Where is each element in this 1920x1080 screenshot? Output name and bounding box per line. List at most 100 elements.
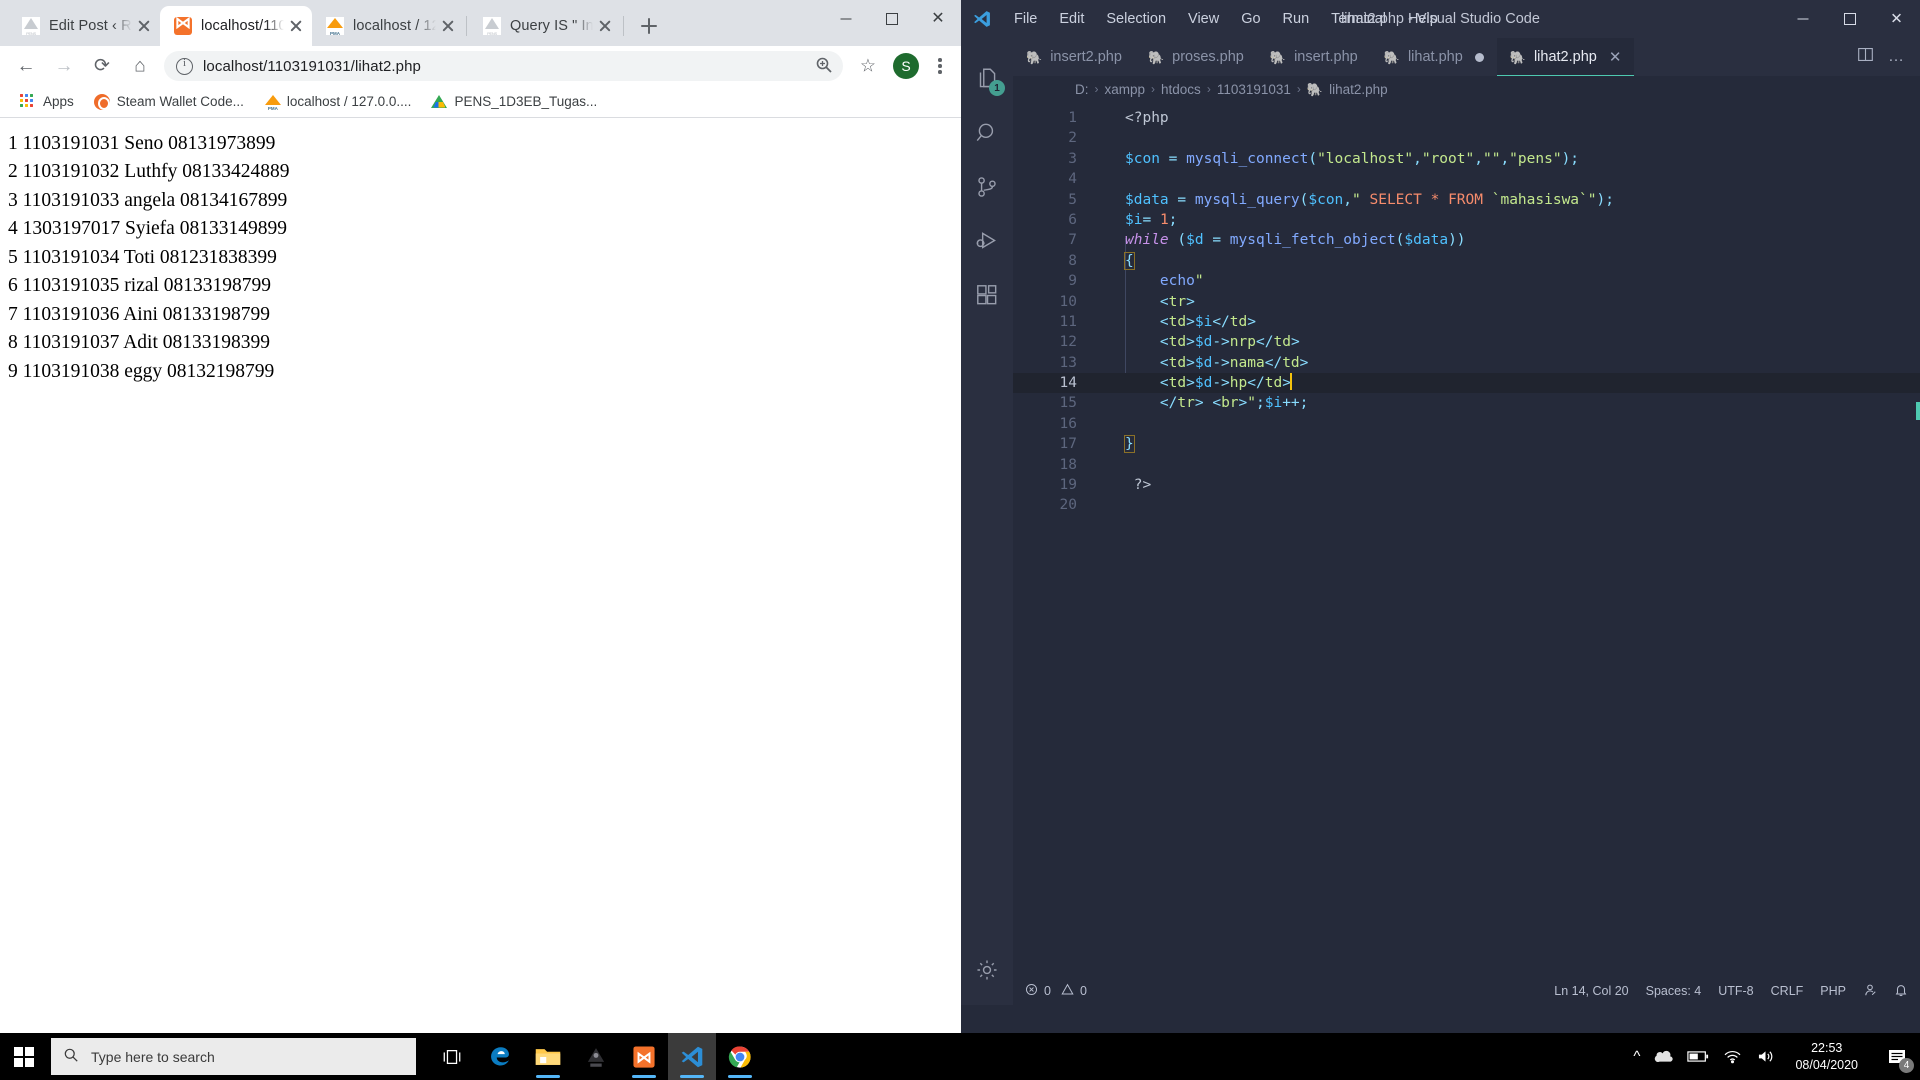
menu-file[interactable]: File: [1003, 8, 1048, 30]
code-line[interactable]: 16: [1013, 414, 1920, 434]
editor-tab-insert2[interactable]: 🐘 insert2.php: [1013, 38, 1135, 76]
address-bar[interactable]: localhost/1103191031/lihat2.php: [164, 51, 843, 81]
taskbar-item-dark-app[interactable]: [572, 1033, 620, 1080]
minimize-button[interactable]: [823, 0, 869, 38]
encoding-setting[interactable]: UTF-8: [1718, 984, 1753, 998]
bookmark-localhost-phpmyadmin[interactable]: localhost / 127.0.0....: [256, 91, 420, 113]
indentation-setting[interactable]: Spaces: 4: [1646, 984, 1702, 998]
code-line[interactable]: 9 echo": [1013, 271, 1920, 291]
code-line-current[interactable]: 14 <td>$d->hp</td>: [1013, 373, 1920, 394]
editor-tab-lihat[interactable]: 🐘 lihat.php: [1371, 38, 1497, 76]
close-tab-icon[interactable]: [134, 16, 154, 36]
taskbar-item-file-explorer[interactable]: [524, 1033, 572, 1080]
volume-icon[interactable]: [1756, 1049, 1775, 1064]
code-line[interactable]: 19 ?>: [1013, 475, 1920, 495]
forward-button[interactable]: →: [46, 48, 82, 84]
back-button[interactable]: ←: [8, 48, 44, 84]
browser-menu-icon[interactable]: [927, 49, 953, 83]
code-line[interactable]: 18: [1013, 455, 1920, 475]
sidebar-item-search[interactable]: [961, 106, 1013, 160]
code-line[interactable]: 20: [1013, 495, 1920, 515]
browser-tab-1[interactable]: Edit Post ‹ Re: [8, 6, 160, 46]
bookmark-star-icon[interactable]: ☆: [851, 49, 885, 83]
taskbar-item-visual-studio-code[interactable]: [668, 1033, 716, 1080]
bookmark-steam-wallet[interactable]: Steam Wallet Code...: [86, 91, 252, 113]
menu-go[interactable]: Go: [1230, 8, 1271, 30]
code-line[interactable]: 11 <td>$i</td>: [1013, 312, 1920, 332]
menu-terminal[interactable]: Terminal: [1320, 8, 1397, 30]
editor-tab-insert[interactable]: 🐘 insert.php: [1257, 38, 1371, 76]
onedrive-icon[interactable]: [1654, 1049, 1674, 1064]
error-icon[interactable]: [1025, 983, 1038, 999]
wifi-icon[interactable]: [1723, 1049, 1742, 1064]
maximize-button[interactable]: [1826, 0, 1873, 38]
taskbar-item-google-chrome[interactable]: [716, 1033, 764, 1080]
code-editor[interactable]: 1 <?php 2 3 $con = mysqli_connect("local…: [1013, 102, 1920, 977]
new-tab-button[interactable]: [632, 9, 666, 43]
bell-icon[interactable]: [1894, 983, 1908, 1000]
zoom-icon[interactable]: [815, 56, 833, 79]
start-button[interactable]: [0, 1033, 48, 1080]
minimize-button[interactable]: [1779, 0, 1826, 38]
action-center-button[interactable]: 4: [1878, 1033, 1916, 1080]
close-tab-icon[interactable]: ✕: [1609, 48, 1622, 66]
close-button[interactable]: ✕: [915, 0, 961, 38]
code-line[interactable]: 15 </tr> <br>";$i++;: [1013, 393, 1920, 413]
warning-icon[interactable]: [1061, 983, 1074, 999]
browser-tab-2[interactable]: localhost/110: [160, 6, 312, 46]
breadcrumb-item-xampp[interactable]: xampp: [1105, 82, 1146, 97]
bookmark-apps[interactable]: Apps: [12, 91, 82, 113]
maximize-button[interactable]: [869, 0, 915, 38]
cursor-position[interactable]: Ln 14, Col 20: [1554, 984, 1628, 998]
code-line[interactable]: 8 {: [1013, 251, 1920, 271]
close-tab-icon[interactable]: [595, 16, 615, 36]
breadcrumb-item-htdocs[interactable]: htdocs: [1161, 82, 1201, 97]
taskbar-item-microsoft-edge[interactable]: [476, 1033, 524, 1080]
code-line[interactable]: 12 <td>$d->nrp</td>: [1013, 332, 1920, 352]
battery-icon[interactable]: [1687, 1050, 1709, 1063]
menu-run[interactable]: Run: [1272, 8, 1321, 30]
feedback-icon[interactable]: [1863, 983, 1877, 1000]
sidebar-item-run-and-debug[interactable]: [961, 214, 1013, 268]
taskbar-item-xampp[interactable]: ⋈: [620, 1033, 668, 1080]
manage-settings-gear-icon[interactable]: [961, 943, 1013, 997]
site-info-icon[interactable]: [176, 57, 193, 75]
browser-tab-3[interactable]: localhost / 12: [312, 6, 464, 46]
code-line[interactable]: 1 <?php: [1013, 108, 1920, 128]
editor-tab-proses[interactable]: 🐘 proses.php: [1135, 38, 1257, 76]
code-line[interactable]: 3 $con = mysqli_connect("localhost","roo…: [1013, 149, 1920, 169]
code-line[interactable]: 13 <td>$d->nama</td>: [1013, 353, 1920, 373]
taskbar-clock[interactable]: 22:53 08/04/2020: [1789, 1040, 1864, 1074]
eol-setting[interactable]: CRLF: [1771, 984, 1804, 998]
task-view-button[interactable]: [428, 1033, 476, 1080]
code-line[interactable]: 6 $i= 1;: [1013, 210, 1920, 230]
menu-edit[interactable]: Edit: [1048, 8, 1095, 30]
breadcrumb-item-folder[interactable]: 1103191031: [1217, 82, 1291, 97]
home-button[interactable]: ⌂: [122, 48, 158, 84]
code-line[interactable]: 10 <tr>: [1013, 292, 1920, 312]
menu-help[interactable]: Help: [1397, 8, 1449, 30]
code-line[interactable]: 5 $data = mysqli_query($con," SELECT * F…: [1013, 190, 1920, 210]
language-mode[interactable]: PHP: [1820, 984, 1846, 998]
taskbar-search-box[interactable]: Type here to search: [51, 1038, 416, 1075]
close-tab-icon[interactable]: [286, 16, 306, 36]
code-line[interactable]: 17 }: [1013, 434, 1920, 454]
unsaved-indicator-icon[interactable]: [1474, 52, 1484, 62]
breadcrumb-item-file[interactable]: lihat2.php: [1329, 82, 1388, 97]
close-tab-icon[interactable]: [438, 16, 458, 36]
sidebar-item-explorer[interactable]: 1: [961, 52, 1013, 106]
show-hidden-icons-chevron-icon[interactable]: ^: [1633, 1048, 1640, 1065]
menu-view[interactable]: View: [1177, 8, 1230, 30]
sidebar-item-source-control[interactable]: [961, 160, 1013, 214]
bookmark-pens-tugas[interactable]: PENS_1D3EB_Tugas...: [423, 91, 605, 113]
sidebar-item-extensions[interactable]: [961, 268, 1013, 322]
close-button[interactable]: ✕: [1873, 0, 1920, 38]
reload-button[interactable]: ⟳: [84, 48, 120, 84]
breadcrumb-item-drive[interactable]: D:: [1075, 82, 1089, 97]
code-line[interactable]: 2: [1013, 128, 1920, 148]
editor-tab-lihat2[interactable]: 🐘 lihat2.php ✕: [1496, 38, 1635, 76]
profile-avatar[interactable]: S: [893, 53, 919, 79]
split-editor-icon[interactable]: [1857, 46, 1874, 68]
code-line[interactable]: 4: [1013, 169, 1920, 189]
code-line[interactable]: 7 while ($d = mysqli_fetch_object($data)…: [1013, 230, 1920, 250]
